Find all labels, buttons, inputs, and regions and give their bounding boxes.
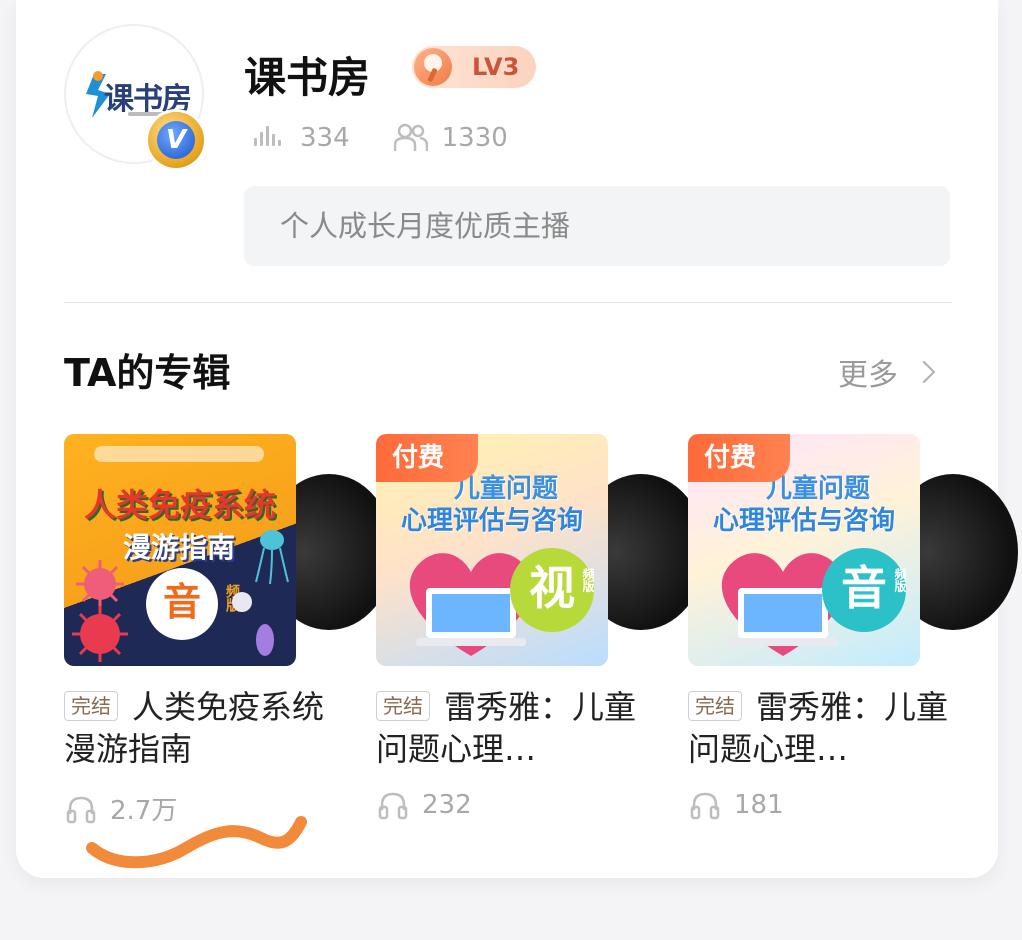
fans-count: 1330 — [441, 123, 508, 153]
tracks-count: 334 — [300, 123, 350, 153]
album-title-block[interactable]: 完结 人类免疫系统漫游指南 — [64, 686, 339, 770]
divider — [64, 302, 952, 303]
audio-edition-badge: 音 — [146, 568, 218, 640]
publisher-logos — [94, 446, 264, 462]
edition-char: 音 — [841, 561, 887, 615]
level-badge[interactable]: LV3 — [412, 46, 536, 88]
album-card[interactable]: 儿童问题 心理评估与咨询 付费 音 频版 完结 雷秀雅：儿童问题心理… 181 — [688, 434, 1018, 834]
paid-tag: 付费 — [688, 434, 790, 482]
chevron-right-icon — [912, 360, 936, 384]
edition-char: 视 — [529, 561, 575, 615]
album-cover[interactable]: 儿童问题 心理评估与咨询 付费 视 频版 — [376, 434, 608, 666]
completed-tag: 完结 — [688, 691, 742, 721]
people-icon — [393, 123, 428, 151]
headphone-icon — [378, 792, 408, 820]
play-count-value: 232 — [422, 790, 472, 820]
completed-tag: 完结 — [64, 691, 118, 721]
cell-icon — [256, 624, 274, 656]
more-button[interactable]: 更多 — [838, 350, 936, 394]
album-card[interactable]: 儿童问题 心理评估与咨询 付费 视 频版 完结 雷秀雅：儿童问题心理… 232 — [376, 434, 706, 834]
edition-small-text: 频版 — [581, 568, 595, 592]
profile-card: 课书房 V 课书房 LV3 334 1330 个人成长月度优质主播 TA的专辑 … — [16, 0, 1018, 878]
microphone-icon — [414, 48, 452, 86]
edition-small-text: 频版 — [893, 568, 907, 592]
profile-stats: 334 1330 — [252, 118, 552, 158]
microbe-icon — [232, 592, 252, 612]
paid-tag: 付费 — [376, 434, 478, 482]
play-count-value: 181 — [734, 790, 784, 820]
fans-stat[interactable]: 1330 — [393, 123, 508, 153]
play-count: 181 — [690, 790, 784, 820]
virus-icon — [72, 606, 128, 662]
bacteria-icon — [255, 530, 289, 585]
annotation-squiggle — [86, 816, 307, 869]
completed-tag: 完结 — [376, 691, 430, 721]
profile-intro: 个人成长月度优质主播 — [244, 186, 950, 266]
album-card[interactable]: 人类免疫系统 漫游指南 音 频版 完结 人类免疫系统漫游指南 2.7万 — [64, 434, 394, 834]
edition-char: 音 — [162, 580, 201, 624]
profile-name: 课书房 — [244, 53, 371, 102]
v-letter: V — [157, 121, 195, 159]
level-text: LV3 — [472, 53, 520, 81]
cover-title-line1: 人类免疫系统 — [83, 486, 276, 524]
album-cover[interactable]: 儿童问题 心理评估与咨询 付费 音 频版 — [688, 434, 920, 666]
more-label: 更多 — [838, 358, 898, 393]
album-title-block[interactable]: 完结 雷秀雅：儿童问题心理… — [688, 686, 963, 770]
albums-section-title: TA的专辑 — [64, 351, 231, 395]
verified-v-badge-icon: V — [148, 112, 204, 168]
cover-title-line2: 心理评估与咨询 — [400, 506, 583, 536]
album-cover[interactable]: 人类免疫系统 漫游指南 音 频版 — [64, 434, 296, 666]
sound-wave-icon — [252, 126, 286, 150]
play-count: 232 — [378, 790, 472, 820]
headphone-icon — [690, 792, 720, 820]
tracks-stat[interactable]: 334 — [252, 123, 350, 153]
album-title-block[interactable]: 完结 雷秀雅：儿童问题心理… — [376, 686, 651, 770]
cover-title-line2: 心理评估与咨询 — [712, 506, 895, 536]
